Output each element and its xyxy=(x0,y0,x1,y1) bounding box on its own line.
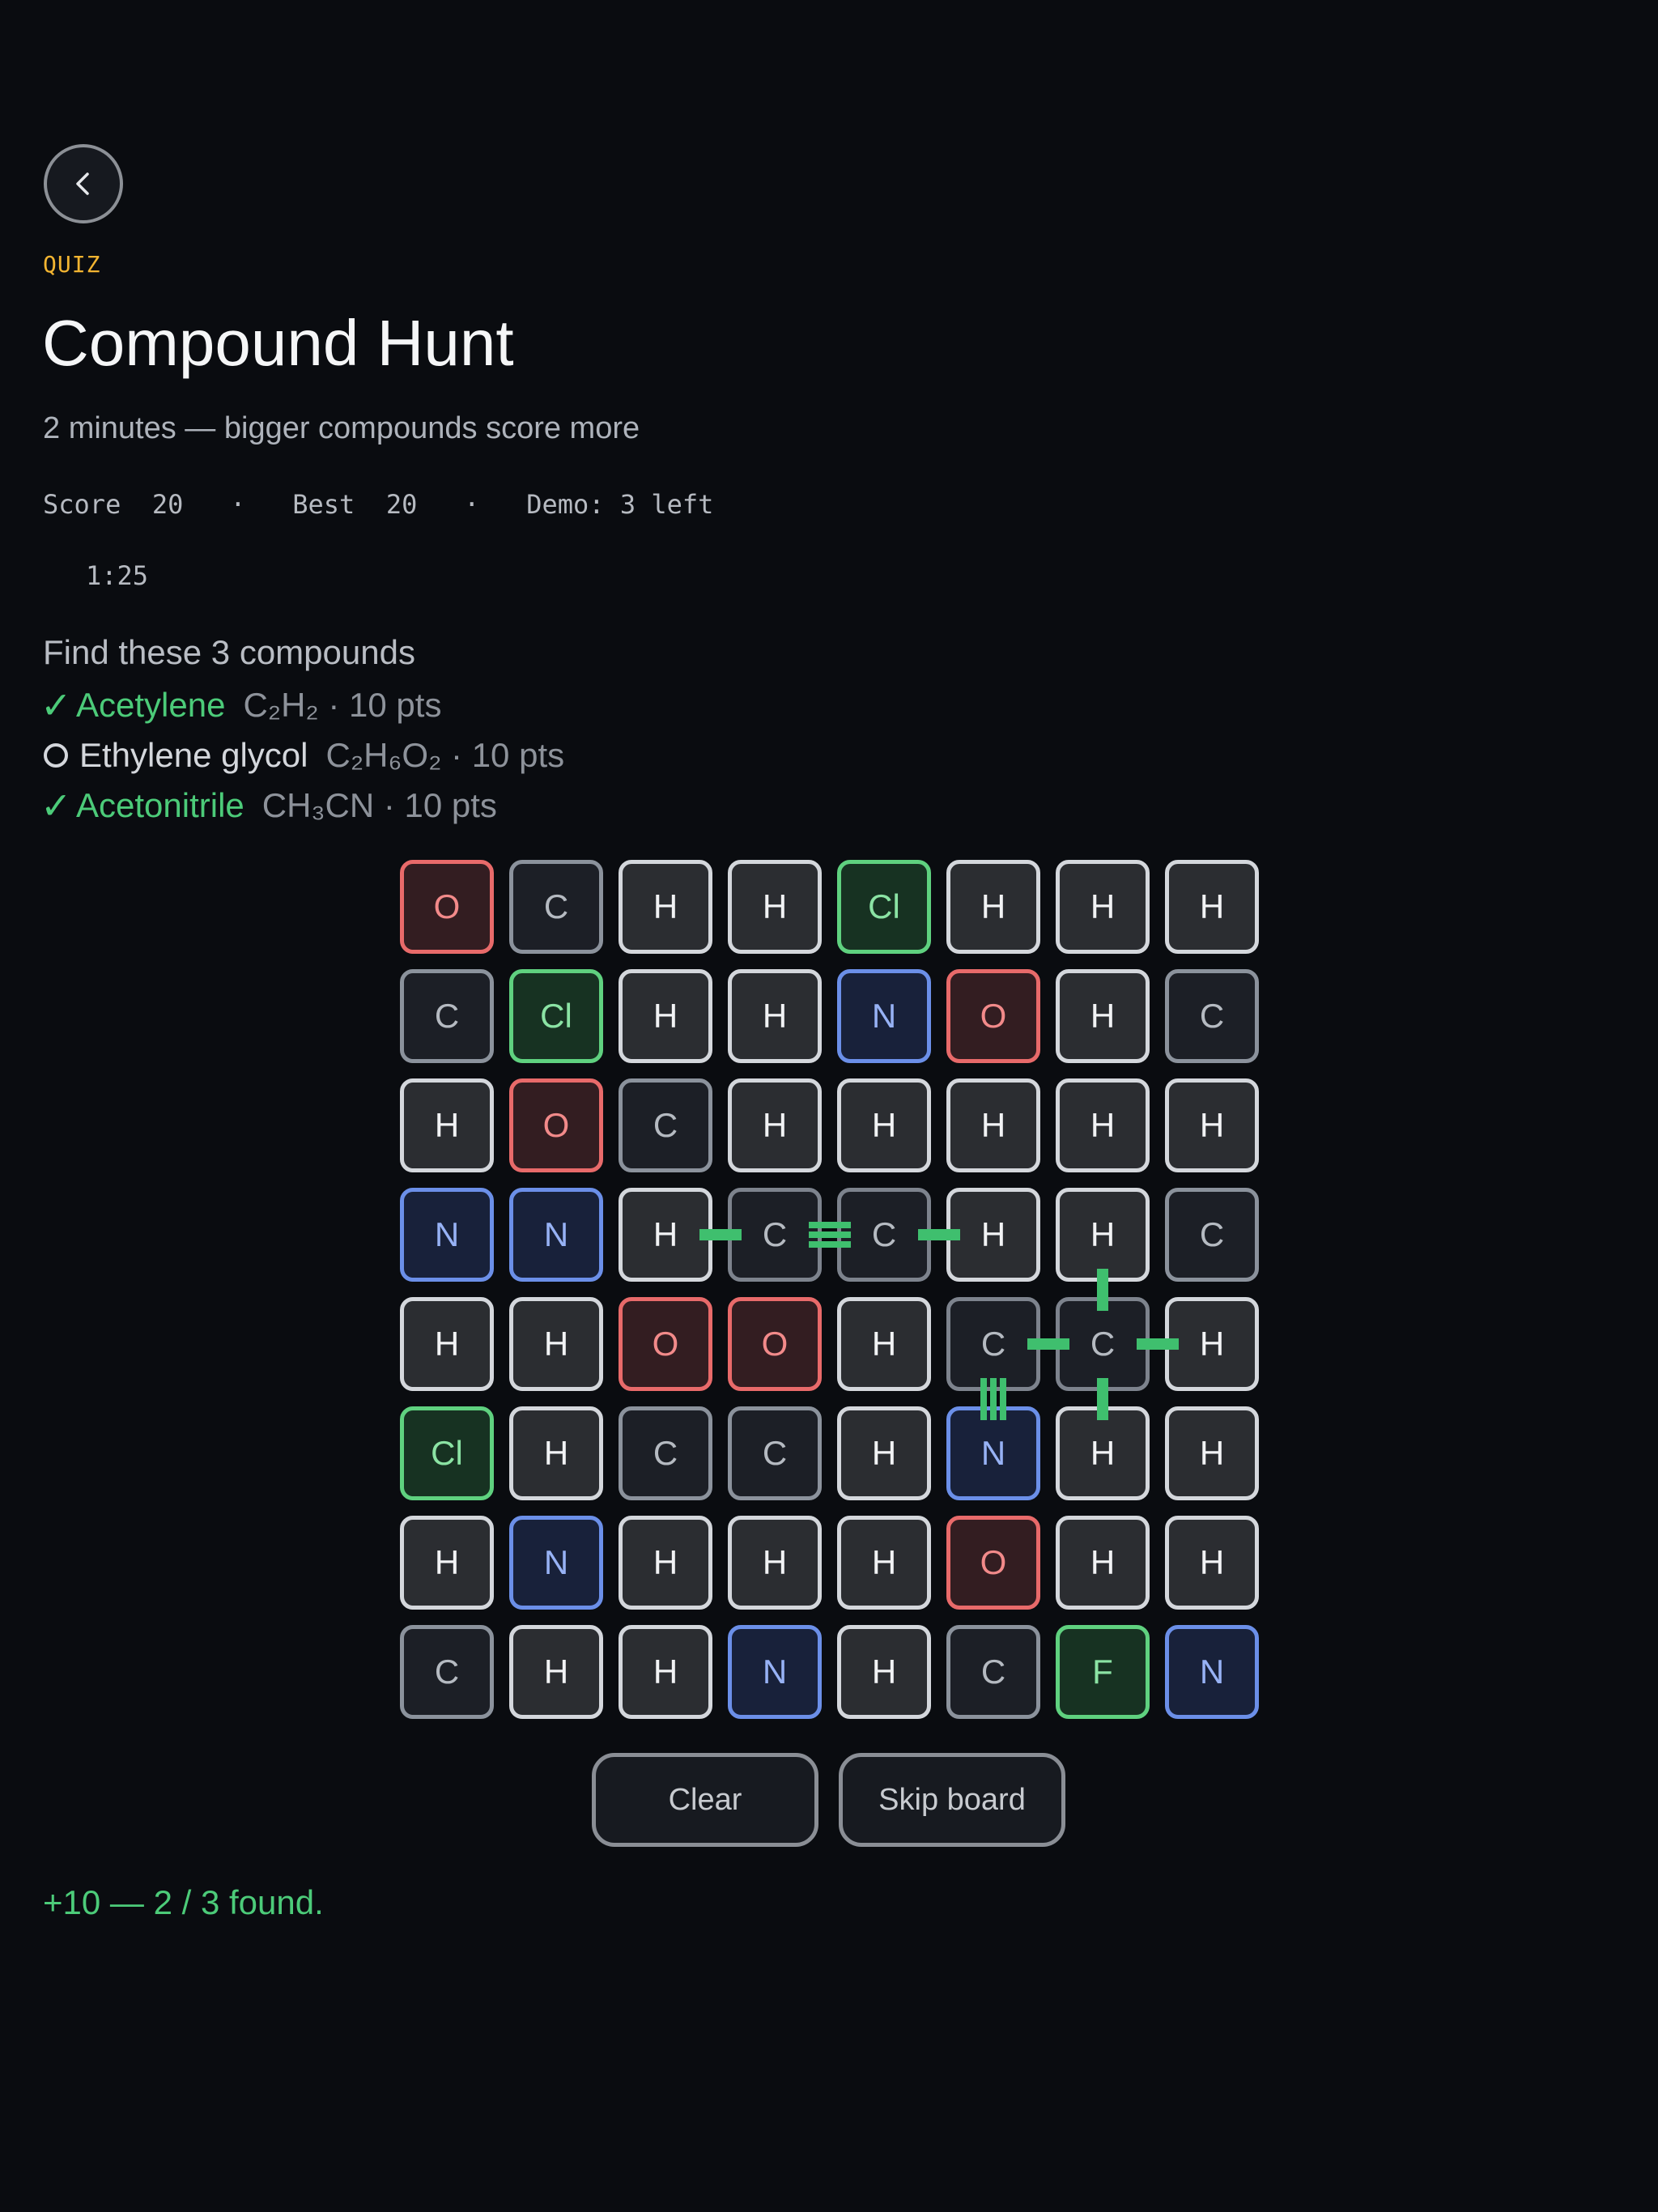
atom-tile[interactable]: Cl xyxy=(837,860,931,954)
atom-tile[interactable]: H xyxy=(400,1516,494,1610)
atom-tile[interactable]: C xyxy=(1165,969,1259,1063)
atom-tile[interactable]: C xyxy=(837,1188,931,1282)
page-subtitle: 2 minutes — bigger compounds score more xyxy=(43,411,640,445)
eyebrow-label: QUIZ xyxy=(43,251,101,278)
atom-tile[interactable]: H xyxy=(837,1516,931,1610)
checkmark-icon: ✓ xyxy=(40,785,72,827)
stats-bar: Score 20 · Best 20 · Demo: 3 left xyxy=(43,489,713,520)
atom-tile[interactable]: H xyxy=(1165,1078,1259,1172)
atom-tile[interactable]: H xyxy=(400,1078,494,1172)
atom-tile[interactable]: F xyxy=(1056,1625,1150,1719)
atom-tile[interactable]: Cl xyxy=(509,969,603,1063)
demo-remaining: Demo: 3 left xyxy=(526,489,714,520)
atom-tile[interactable]: C xyxy=(728,1188,822,1282)
atom-tile[interactable]: H xyxy=(837,1625,931,1719)
atom-tile[interactable]: H xyxy=(837,1078,931,1172)
atom-tile[interactable]: N xyxy=(837,969,931,1063)
atom-tile[interactable]: H xyxy=(728,969,822,1063)
atom-tile[interactable]: O xyxy=(619,1297,712,1391)
atom-tile[interactable]: Cl xyxy=(400,1406,494,1500)
atom-tile[interactable]: H xyxy=(1056,1516,1150,1610)
atom-tile[interactable]: N xyxy=(400,1188,494,1282)
atom-tile[interactable]: C xyxy=(619,1078,712,1172)
atom-tile[interactable]: H xyxy=(728,1078,822,1172)
atom-tile[interactable]: H xyxy=(946,1188,1040,1282)
target-name: Acetonitrile xyxy=(76,786,244,824)
atom-tile[interactable]: H xyxy=(619,1188,712,1282)
best-value: 20 xyxy=(385,489,418,520)
atom-tile[interactable]: O xyxy=(946,1516,1040,1610)
atom-tile[interactable]: N xyxy=(728,1625,822,1719)
skip-board-button[interactable]: Skip board xyxy=(839,1753,1065,1847)
atom-tile[interactable]: N xyxy=(509,1516,603,1610)
atom-tile[interactable]: H xyxy=(509,1297,603,1391)
atom-tile[interactable]: H xyxy=(1056,969,1150,1063)
atom-tile[interactable]: H xyxy=(946,1078,1040,1172)
atom-tile[interactable]: C xyxy=(400,969,494,1063)
atom-tile[interactable]: H xyxy=(509,1625,603,1719)
page-title: Compound Hunt xyxy=(42,307,514,379)
atom-tile[interactable]: C xyxy=(509,860,603,954)
atom-tile[interactable]: H xyxy=(619,1625,712,1719)
clear-button[interactable]: Clear xyxy=(592,1753,818,1847)
targets-heading: Find these 3 compounds xyxy=(43,633,415,671)
back-button[interactable] xyxy=(44,144,123,223)
atom-tile[interactable]: H xyxy=(837,1406,931,1500)
atom-tile[interactable]: H xyxy=(509,1406,603,1500)
atom-tile[interactable]: O xyxy=(400,860,494,954)
atom-tile[interactable]: H xyxy=(728,1516,822,1610)
atom-tile[interactable]: H xyxy=(1165,860,1259,954)
score-value: 20 xyxy=(151,489,184,520)
atom-tile[interactable]: H xyxy=(1056,1406,1150,1500)
atom-tile[interactable]: H xyxy=(1056,1078,1150,1172)
atom-tile[interactable]: C xyxy=(1056,1297,1150,1391)
atom-tile[interactable]: C xyxy=(728,1406,822,1500)
atom-tile[interactable]: O xyxy=(509,1078,603,1172)
atom-tile[interactable]: H xyxy=(619,969,712,1063)
atom-tile[interactable]: O xyxy=(728,1297,822,1391)
atom-tile[interactable]: C xyxy=(619,1406,712,1500)
best-label: Best xyxy=(292,489,355,520)
atom-tile[interactable]: H xyxy=(1165,1516,1259,1610)
atom-tile[interactable]: O xyxy=(946,969,1040,1063)
atom-tile[interactable]: H xyxy=(619,1516,712,1610)
circle-icon xyxy=(44,743,68,768)
atom-tile[interactable]: C xyxy=(946,1625,1040,1719)
target-compound: ✓ Acetonitrile CH₃CN · 10 pts xyxy=(40,781,564,831)
target-formula-points: C₂H₂ · 10 pts xyxy=(243,686,442,724)
atom-tile[interactable]: H xyxy=(1165,1406,1259,1500)
checkmark-icon: ✓ xyxy=(40,684,72,726)
atom-tile[interactable]: H xyxy=(1056,1188,1150,1282)
target-formula-points: CH₃CN · 10 pts xyxy=(261,786,497,824)
stats-separator: · xyxy=(230,489,246,520)
target-name: Ethylene glycol xyxy=(79,736,308,774)
target-formula-points: C₂H₆O₂ · 10 pts xyxy=(325,736,565,774)
atom-tile[interactable]: H xyxy=(728,860,822,954)
atom-tile[interactable]: H xyxy=(1056,860,1150,954)
atom-tile[interactable]: N xyxy=(1165,1625,1259,1719)
atom-tile[interactable]: C xyxy=(946,1297,1040,1391)
atom-tile[interactable]: N xyxy=(509,1188,603,1282)
score-label: Score xyxy=(43,489,121,520)
stats-separator: · xyxy=(464,489,480,520)
target-name: Acetylene xyxy=(76,686,226,724)
target-list: ✓ Acetylene C₂H₂ · 10 pts Ethylene glycol C₂… xyxy=(40,680,564,831)
atom-tile[interactable]: H xyxy=(837,1297,931,1391)
atom-tile[interactable]: C xyxy=(1165,1188,1259,1282)
target-compound: ✓ Acetylene C₂H₂ · 10 pts xyxy=(40,680,564,730)
atom-tile[interactable]: H xyxy=(946,860,1040,954)
atom-tile[interactable]: C xyxy=(400,1625,494,1719)
atom-tile[interactable]: H xyxy=(1165,1297,1259,1391)
atom-tile[interactable]: N xyxy=(946,1406,1040,1500)
target-compound: Ethylene glycol C₂H₆O₂ · 10 pts xyxy=(40,730,564,781)
atom-tile[interactable]: H xyxy=(400,1297,494,1391)
chevron-left-icon xyxy=(76,172,89,195)
feedback-message: +10 — 2 / 3 found. xyxy=(43,1883,324,1921)
countdown-timer: 1:25 xyxy=(86,560,149,591)
atom-tile[interactable]: H xyxy=(619,860,712,954)
